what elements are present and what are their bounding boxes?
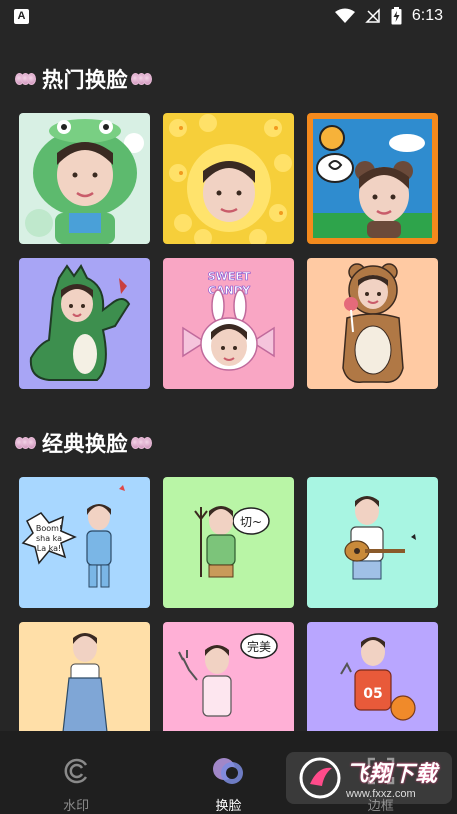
- chick-hood-template-icon: [163, 113, 294, 244]
- template-card[interactable]: 05: [307, 622, 438, 731]
- status-time: 6:13: [411, 7, 443, 24]
- sweet-candy-bunny-template-icon: SWEET CANDY: [163, 258, 294, 389]
- battery-charging-icon: [391, 7, 402, 25]
- guitar-player-template-icon: [307, 477, 438, 608]
- watermark-url: www.fxxz.com: [346, 788, 416, 800]
- template-card[interactable]: [19, 258, 150, 389]
- section-title: 热门换脸: [42, 68, 128, 92]
- basketball-05-template-icon: 05: [307, 622, 438, 731]
- dinosaur-hood-template-icon: [19, 113, 150, 244]
- template-card[interactable]: [19, 113, 150, 244]
- green-dinosaur-costume-template-icon: [19, 258, 150, 389]
- template-card[interactable]: [19, 622, 150, 731]
- devil-trident-template-icon: 切~: [163, 477, 294, 608]
- site-watermark: 飞翔下载 www.fxxz.com: [286, 752, 452, 804]
- candy-text-line1: SWEET: [208, 270, 251, 283]
- classic-template-grid: Boom! sha ka La ka! 切~ 完美 05: [19, 477, 439, 731]
- nav-item-watermark[interactable]: 水印: [16, 753, 136, 814]
- section-header-classic: 经典换脸: [15, 428, 152, 458]
- watermark-icon: [58, 753, 94, 789]
- speech-bubble-text: 完美: [247, 639, 271, 654]
- watermark-title: 飞翔下载: [346, 762, 439, 787]
- decoration-right-icon: [131, 437, 152, 449]
- template-card[interactable]: Boom! sha ka La ka!: [19, 477, 150, 608]
- decoration-right-icon: [131, 73, 152, 85]
- teddy-bear-costume-template-icon: [307, 258, 438, 389]
- section-header-hot: 热门换脸: [15, 64, 152, 94]
- template-card[interactable]: 切~: [163, 477, 294, 608]
- nav-label: 换脸: [215, 799, 242, 814]
- boom-text-1: Boom!: [36, 524, 62, 533]
- hot-template-grid: SWEET CANDY: [19, 113, 439, 390]
- decoration-left-icon: [15, 437, 36, 449]
- no-signal-icon: [365, 8, 380, 23]
- template-card[interactable]: 完美: [163, 622, 294, 731]
- template-card[interactable]: [307, 477, 438, 608]
- template-card[interactable]: [307, 113, 438, 244]
- boom-text-2: sha ka: [36, 534, 62, 543]
- wifi-icon: [334, 8, 355, 23]
- app-notification-icon: A: [14, 8, 29, 24]
- decoration-left-icon: [15, 73, 36, 85]
- overalls-kid-template-icon: [19, 622, 150, 731]
- status-bar: A 6:13: [0, 0, 457, 32]
- rock-hand-template-icon: 完美: [163, 622, 294, 731]
- bear-ears-comic-template-icon: [307, 113, 438, 244]
- speech-bubble-text: 切~: [240, 515, 262, 529]
- boom-shakalaka-template-icon: Boom! sha ka La ka!: [19, 477, 150, 608]
- template-card[interactable]: [163, 113, 294, 244]
- fxxz-logo-icon: [299, 757, 341, 799]
- jersey-number: 05: [363, 686, 382, 702]
- template-card[interactable]: [307, 258, 438, 389]
- faceswap-icon: [210, 753, 246, 789]
- nav-item-faceswap[interactable]: 换脸: [168, 753, 288, 814]
- nav-label: 水印: [63, 799, 90, 814]
- template-card[interactable]: SWEET CANDY: [163, 258, 294, 389]
- section-title: 经典换脸: [42, 432, 128, 456]
- boom-text-3: La ka!: [37, 544, 62, 553]
